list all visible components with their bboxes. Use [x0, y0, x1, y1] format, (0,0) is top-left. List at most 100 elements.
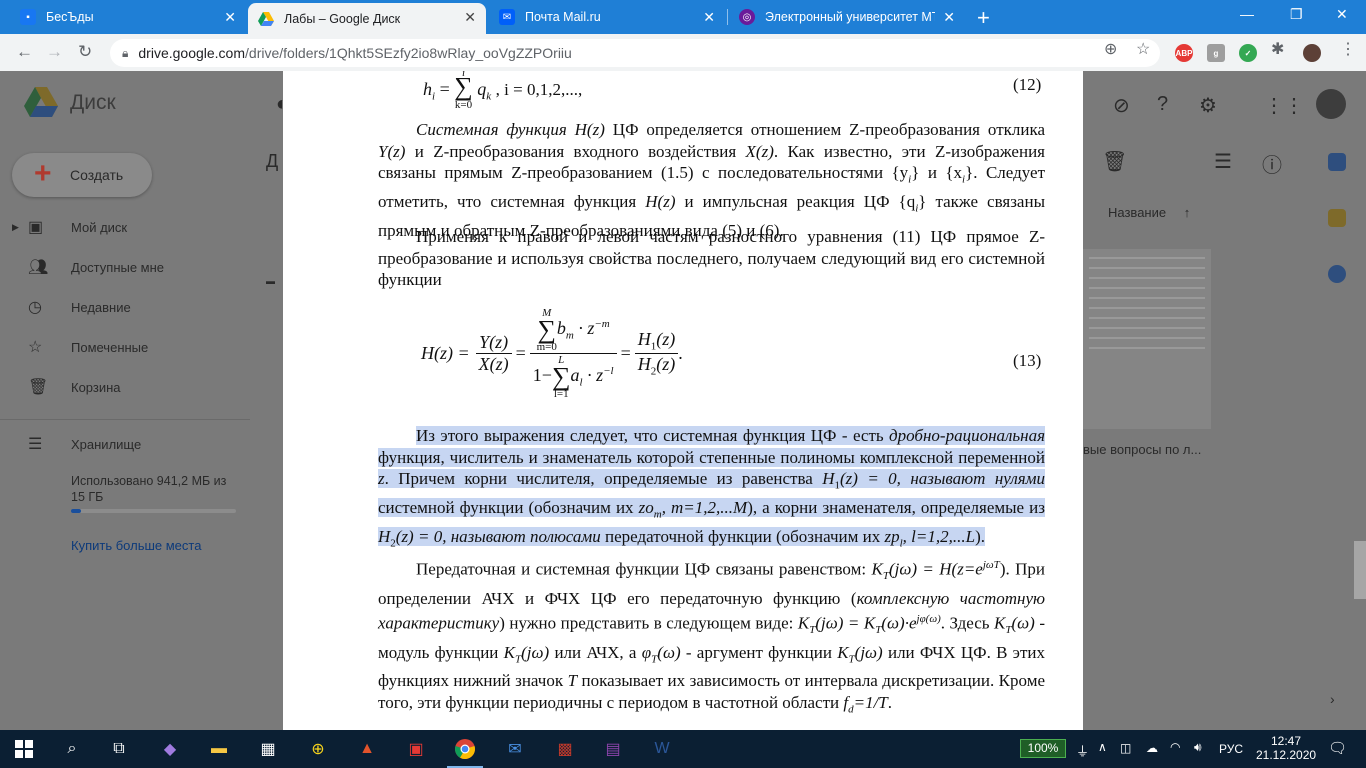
- language-indicator[interactable]: РУС: [1219, 742, 1243, 756]
- task-view-icon[interactable]: ⧉: [107, 738, 131, 760]
- clock[interactable]: 12:47 21.12.2020: [1256, 734, 1316, 762]
- info-icon[interactable]: ⓘ: [1262, 149, 1282, 178]
- close-tab-icon[interactable]: ✕: [464, 9, 476, 26]
- extension-grey-icon[interactable]: g: [1207, 44, 1225, 62]
- sidebar-divider: [0, 419, 250, 420]
- tab-google-drive[interactable]: Лабы – Google Диск ✕: [248, 3, 486, 34]
- f13-num-lower: m=0: [536, 341, 557, 353]
- f13-den-pow: · z: [582, 365, 604, 386]
- keep-addon-icon[interactable]: [1328, 209, 1346, 227]
- file-thumbnail[interactable]: [1083, 249, 1211, 429]
- add-circle-icon[interactable]: ⊕: [1104, 39, 1117, 59]
- close-tab-icon[interactable]: ✕: [703, 9, 715, 26]
- mail-app-icon[interactable]: ✉: [503, 738, 527, 760]
- tray-app-icon[interactable]: ◫: [1120, 741, 1131, 755]
- back-arrow-icon[interactable]: ←: [16, 42, 33, 62]
- book-reader-icon[interactable]: ▣: [404, 738, 428, 760]
- volume-icon[interactable]: 🔊︎: [1194, 740, 1202, 755]
- buy-storage-link[interactable]: Купить больше места: [71, 538, 201, 553]
- chrome-icon[interactable]: [453, 738, 477, 760]
- settings-gear-icon[interactable]: ⚙: [1199, 93, 1217, 118]
- search-icon[interactable]: ⌕: [60, 738, 84, 760]
- offline-status-icon[interactable]: ⊘: [1113, 93, 1130, 118]
- archiver-icon[interactable]: ▤: [601, 738, 625, 760]
- f13-num: b: [556, 318, 566, 339]
- reload-icon[interactable]: ↻: [78, 42, 92, 62]
- sidebar-item-recent[interactable]: ◷ Недавние: [0, 292, 250, 322]
- file-explorer-icon[interactable]: ▬: [207, 738, 231, 760]
- account-avatar[interactable]: [1316, 89, 1346, 119]
- storage-icon: ☰: [28, 436, 43, 453]
- file-thumb-left: ▬: [266, 276, 275, 286]
- url-bar[interactable]: 🔒︎ drive.google.com/drive/folders/1Qhkt5…: [110, 39, 1160, 67]
- wifi-icon[interactable]: ◠: [1170, 740, 1180, 754]
- paragraph-zeros-poles-selected[interactable]: Из этого выражения следует, что системна…: [378, 425, 1046, 555]
- close-tab-icon[interactable]: ✕: [943, 9, 955, 26]
- document-page: hi = i ∑ k=0 qk , i = 0,1,2,..., (12) Си…: [283, 71, 1083, 730]
- file-name[interactable]: вые вопросы по л...: [1083, 442, 1201, 457]
- trash-icon: 🗑︎: [28, 379, 49, 396]
- calendar-addon-icon[interactable]: [1328, 153, 1346, 171]
- chrome-menu-icon[interactable]: ⋮: [1340, 39, 1356, 59]
- word-icon[interactable]: W: [650, 738, 674, 760]
- close-tab-icon[interactable]: ✕: [224, 9, 236, 26]
- sidebar-item-trash[interactable]: 🗑︎ Корзина: [0, 372, 250, 402]
- browser-tab-strip: ▪ БесЪды ✕ Лабы – Google Диск ✕ ✉ Почта …: [0, 0, 1366, 34]
- trash-toolbar-icon[interactable]: 🗑︎: [1102, 149, 1127, 174]
- sort-by-name[interactable]: Название ↑: [1108, 205, 1190, 220]
- tasks-addon-icon[interactable]: [1328, 265, 1346, 283]
- windows-start-icon[interactable]: [12, 738, 36, 760]
- puzzle-extensions-icon[interactable]: ✱: [1271, 39, 1284, 59]
- checkmark-extension-icon[interactable]: ✓: [1239, 44, 1257, 62]
- pdf-reader-icon[interactable]: ▲: [355, 738, 379, 760]
- tab-title: Почта Mail.ru: [525, 10, 601, 24]
- close-window-icon[interactable]: ✕: [1336, 6, 1348, 23]
- adblock-extension-icon[interactable]: ABP: [1175, 44, 1193, 62]
- notifications-icon[interactable]: 🗨︎: [1328, 739, 1347, 757]
- tab-mail-ru[interactable]: ✉ Почта Mail.ru ✕: [489, 0, 725, 34]
- tab-title: БесЪды: [46, 10, 94, 24]
- minimize-icon[interactable]: —: [1240, 6, 1254, 22]
- sidebar-item-label: Хранилище: [71, 436, 142, 452]
- vertical-scrollbar[interactable]: [1354, 541, 1366, 599]
- plus-icon: +: [34, 157, 52, 190]
- sidebar-item-my-drive[interactable]: ▶ ▣ Мой диск: [0, 212, 250, 242]
- store-icon[interactable]: ▦: [256, 738, 280, 760]
- tab-university[interactable]: ◎ Электронный университет МТУ ✕: [729, 0, 965, 34]
- paragraph-applying-z-transform: Применяя к правой и левой частям разност…: [378, 227, 1045, 289]
- adblock-label: ABP: [1175, 48, 1193, 58]
- tab-separator: [727, 9, 728, 25]
- power-plug-icon: ⏚: [1076, 744, 1090, 759]
- forward-arrow-icon[interactable]: →: [46, 42, 63, 62]
- chevron-right-icon[interactable]: ›: [1330, 691, 1335, 707]
- mail-favicon-icon: ✉: [499, 9, 515, 25]
- add-app-icon[interactable]: ⊕: [306, 738, 330, 760]
- checker-app-icon[interactable]: ▩: [553, 738, 577, 760]
- sum-sign: ∑: [537, 315, 557, 344]
- visual-studio-icon[interactable]: ◆: [158, 738, 182, 760]
- create-button[interactable]: + Создать: [12, 153, 152, 197]
- sidebar-item-starred[interactable]: ☆ Помеченные: [0, 332, 250, 362]
- battery-indicator[interactable]: 100%: [1020, 739, 1066, 758]
- cloud-icon[interactable]: ☁: [1146, 741, 1158, 755]
- tab-title: Электронный университет МТУ: [765, 10, 935, 24]
- bookmark-star-icon[interactable]: ☆: [1136, 39, 1150, 59]
- restore-icon[interactable]: ❐: [1290, 6, 1303, 23]
- new-tab-icon[interactable]: +: [977, 5, 990, 31]
- f12-lhs: h: [423, 79, 432, 100]
- apps-grid-icon[interactable]: ⋮⋮: [1264, 93, 1304, 118]
- f12-rhs: q: [477, 79, 487, 100]
- f13-num-sub: m: [565, 329, 574, 342]
- address-toolbar: ← → ↻ 🔒︎ drive.google.com/drive/folders/…: [0, 34, 1366, 71]
- tab-besedy[interactable]: ▪ БесЪды ✕: [10, 0, 246, 34]
- profile-avatar[interactable]: [1303, 44, 1321, 62]
- f13-den: a: [570, 365, 580, 386]
- list-view-icon[interactable]: ☰: [1214, 149, 1232, 174]
- star-icon: ☆: [28, 339, 43, 356]
- expand-arrow-icon[interactable]: ▶: [12, 222, 19, 233]
- sidebar-item-shared[interactable]: 👥︎ Доступные мне: [0, 252, 250, 282]
- sidebar-item-storage[interactable]: ☰ Хранилище: [0, 429, 250, 459]
- windows-taskbar: ⌕ ⧉ ◆ ▬ ▦ ⊕ ▲ ▣ ✉ ▩ ▤ W 100% ⏚ ∧ ◫ ☁ ◠ 🔊…: [0, 730, 1366, 768]
- show-hidden-icons-icon[interactable]: ∧: [1098, 740, 1107, 754]
- help-icon[interactable]: ?: [1157, 93, 1168, 116]
